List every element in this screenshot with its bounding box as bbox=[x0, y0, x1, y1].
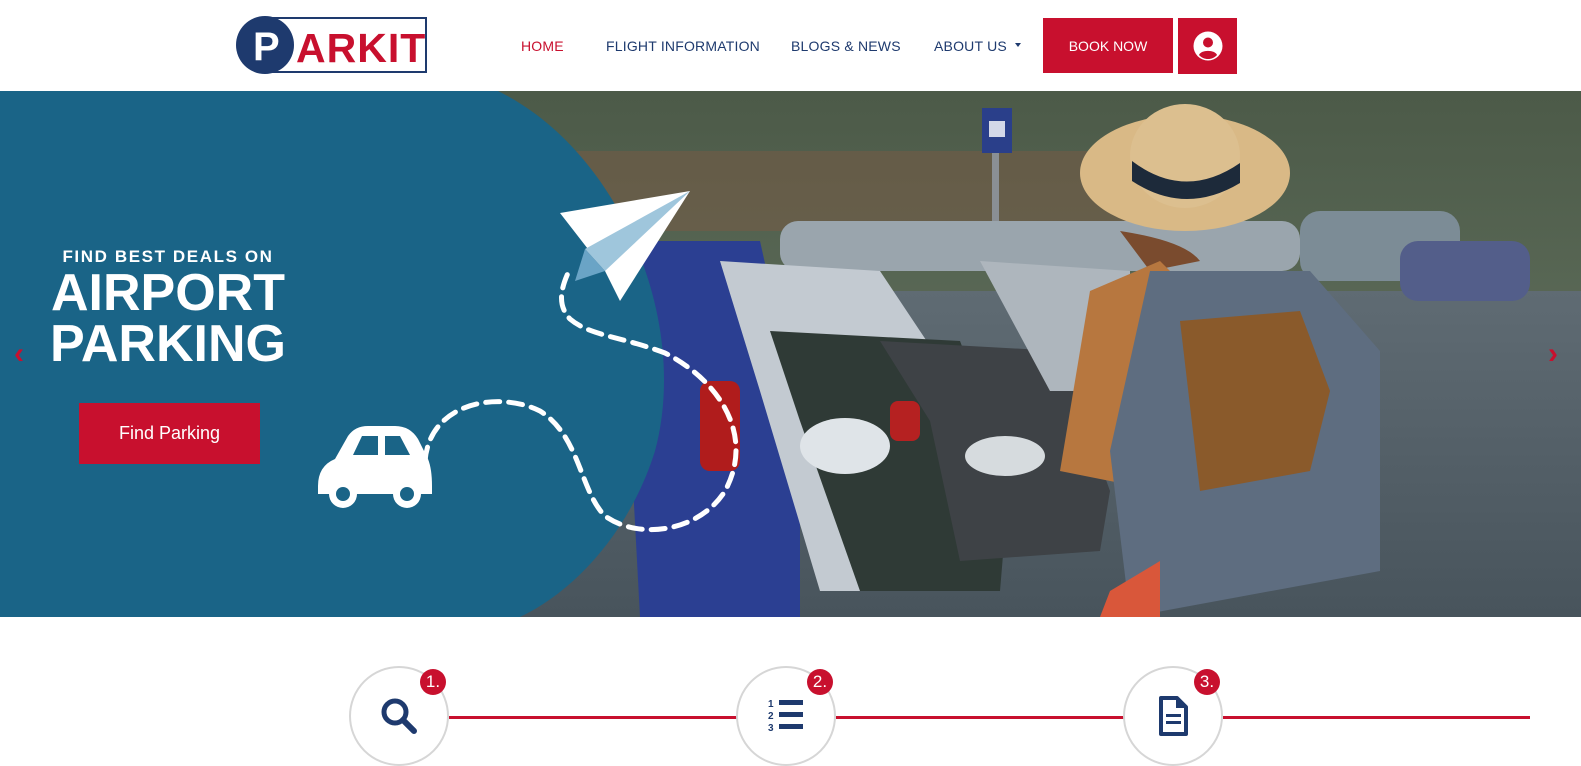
numbered-list-icon: 1 2 3 bbox=[768, 699, 803, 734]
svg-text:2: 2 bbox=[768, 711, 774, 722]
step-connector bbox=[1223, 716, 1530, 719]
nav-home[interactable]: HOME bbox=[521, 38, 564, 54]
svg-text:3: 3 bbox=[768, 723, 774, 734]
nav-about-us[interactable]: ABOUT US bbox=[934, 38, 1021, 54]
search-icon bbox=[381, 698, 417, 734]
step-connector bbox=[449, 716, 737, 719]
caret-down-icon bbox=[1014, 43, 1021, 48]
nav-flight-information[interactable]: FLIGHT INFORMATION bbox=[606, 38, 760, 54]
hero-title: AIRPORT PARKING bbox=[0, 264, 336, 373]
user-circle-icon bbox=[1193, 31, 1222, 61]
book-now-button[interactable]: BOOK NOW bbox=[1043, 18, 1173, 73]
how-it-works-steps: 1. 1 2 3 2. 3. bbox=[0, 617, 1581, 766]
hero-title-line-1: AIRPORT bbox=[51, 264, 285, 322]
nav-blogs-news[interactable]: BLOGS & NEWS bbox=[791, 38, 901, 54]
hero-banner: FIND BEST DEALS ON AIRPORT PARKING Find … bbox=[0, 91, 1581, 617]
logo-text: ARKIT bbox=[296, 25, 426, 71]
site-header: P ARKIT HOME FLIGHT INFORMATION BLOGS & … bbox=[0, 0, 1581, 91]
step-3-badge: 3. bbox=[1194, 669, 1220, 695]
step-2-badge: 2. bbox=[807, 669, 833, 695]
step-1-badge: 1. bbox=[420, 669, 446, 695]
nav-about-us-label: ABOUT US bbox=[934, 38, 1007, 54]
carousel-next-arrow[interactable]: › bbox=[1548, 339, 1558, 369]
find-parking-button[interactable]: Find Parking bbox=[79, 403, 260, 464]
carousel-prev-arrow[interactable]: ‹ bbox=[14, 339, 24, 369]
hero-title-line-2: PARKING bbox=[50, 315, 286, 373]
document-icon bbox=[1159, 696, 1188, 736]
logo-initial: P bbox=[253, 25, 280, 69]
svg-text:1: 1 bbox=[768, 699, 774, 710]
account-button[interactable] bbox=[1178, 18, 1237, 74]
step-connector bbox=[836, 716, 1124, 719]
parkit-logo[interactable]: P ARKIT bbox=[236, 16, 428, 74]
